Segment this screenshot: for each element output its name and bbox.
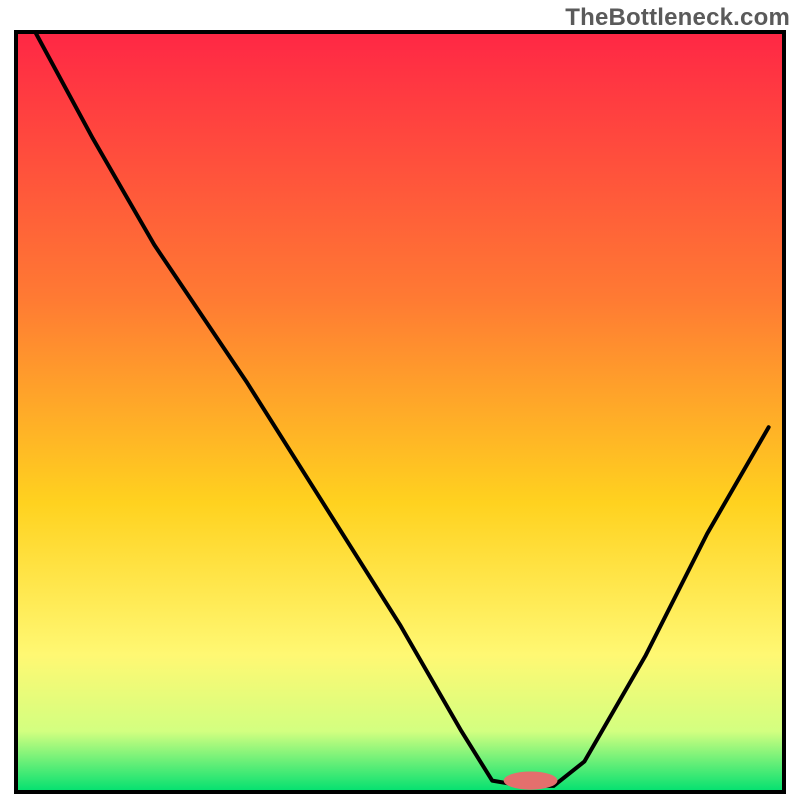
chart-stage: TheBottleneck.com bbox=[0, 0, 800, 800]
bottleneck-plot bbox=[0, 0, 800, 800]
watermark-text: TheBottleneck.com bbox=[565, 4, 790, 32]
gradient-background bbox=[16, 32, 784, 792]
optimum-marker bbox=[504, 771, 558, 789]
